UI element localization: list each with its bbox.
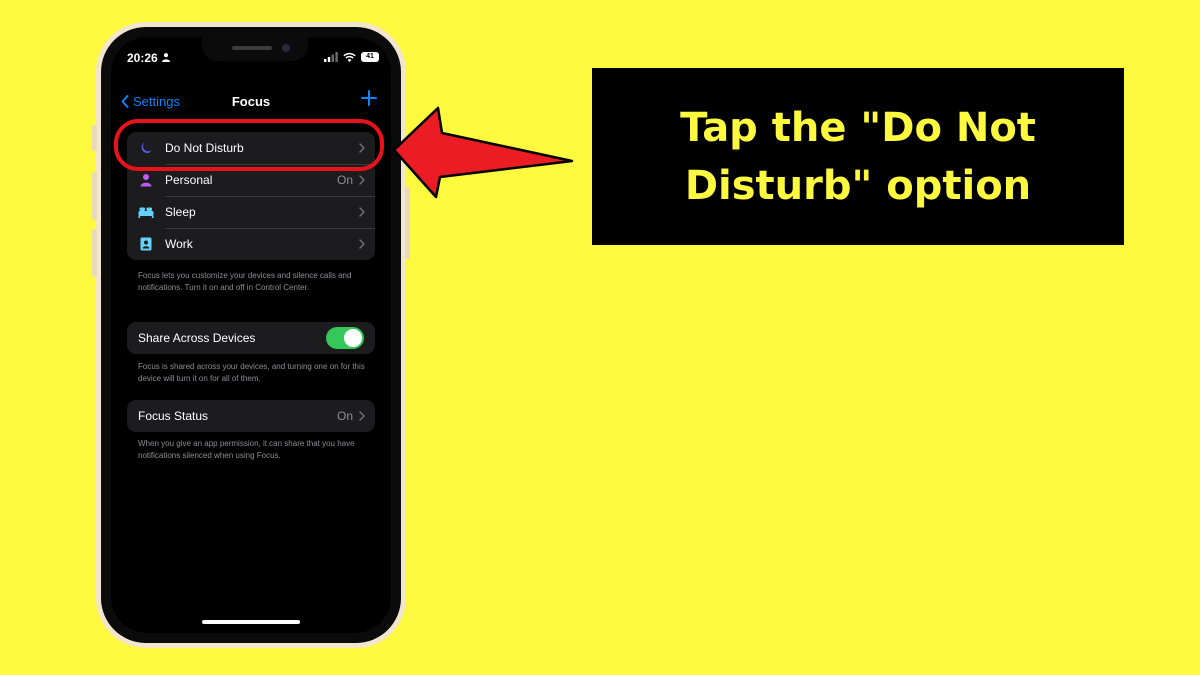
focus-row-work[interactable]: Work xyxy=(127,228,375,260)
home-indicator[interactable] xyxy=(202,620,300,624)
speaker xyxy=(232,46,272,50)
chevron-right-icon xyxy=(359,239,365,249)
status-time: 20:26 xyxy=(127,51,158,65)
focus-status-footnote: When you give an app permission, it can … xyxy=(138,439,355,460)
focus-row-label: Sleep xyxy=(165,205,196,219)
caption-box: Tap the "Do Not Disturb" option xyxy=(592,68,1124,245)
share-across-devices-toggle[interactable] xyxy=(326,327,364,349)
focus-row-sleep[interactable]: Sleep xyxy=(127,196,375,228)
focus-status-label: Focus Status xyxy=(138,409,209,423)
share-settings-group: Share Across Devices xyxy=(127,322,375,354)
focus-row-value: On xyxy=(336,173,353,187)
phone-frame: 20:26 41 Settings Focus Do Not Disturb P… xyxy=(92,22,410,648)
notch xyxy=(202,37,308,61)
focus-row-label: Personal xyxy=(165,173,213,187)
battery-icon: 41 xyxy=(361,52,379,62)
chevron-right-icon xyxy=(359,207,365,217)
share-across-devices-row: Share Across Devices xyxy=(127,322,375,354)
silent-switch xyxy=(92,125,97,151)
id-badge-icon xyxy=(140,237,152,251)
page-title: Focus xyxy=(231,94,271,109)
pointer-arrow-icon xyxy=(392,106,574,199)
focus-status-group: Focus Status On xyxy=(127,400,375,432)
plus-icon xyxy=(361,90,377,106)
bed-icon xyxy=(138,207,154,218)
signal-icon xyxy=(324,52,338,62)
person-icon xyxy=(162,53,170,62)
front-camera xyxy=(282,44,290,52)
volume-down-button xyxy=(92,229,97,277)
share-footnote: Focus is shared across your devices, and… xyxy=(138,362,365,383)
chevron-right-icon xyxy=(359,411,365,421)
add-focus-button[interactable] xyxy=(361,87,377,111)
focus-status-value: On xyxy=(336,409,353,423)
caption-text: Tap the "Do Not Disturb" option xyxy=(680,104,1036,209)
wifi-icon xyxy=(343,52,356,62)
status-indicators: 41 xyxy=(324,52,379,62)
person-icon xyxy=(140,174,152,187)
focus-status-row[interactable]: Focus Status On xyxy=(127,400,375,432)
focus-row-label: Work xyxy=(165,237,193,251)
volume-up-button xyxy=(92,172,97,220)
highlight-ring xyxy=(114,119,384,171)
share-across-devices-label: Share Across Devices xyxy=(138,331,256,345)
chevron-right-icon xyxy=(359,175,365,185)
focus-footnote: Focus lets you customize your devices an… xyxy=(138,271,352,292)
